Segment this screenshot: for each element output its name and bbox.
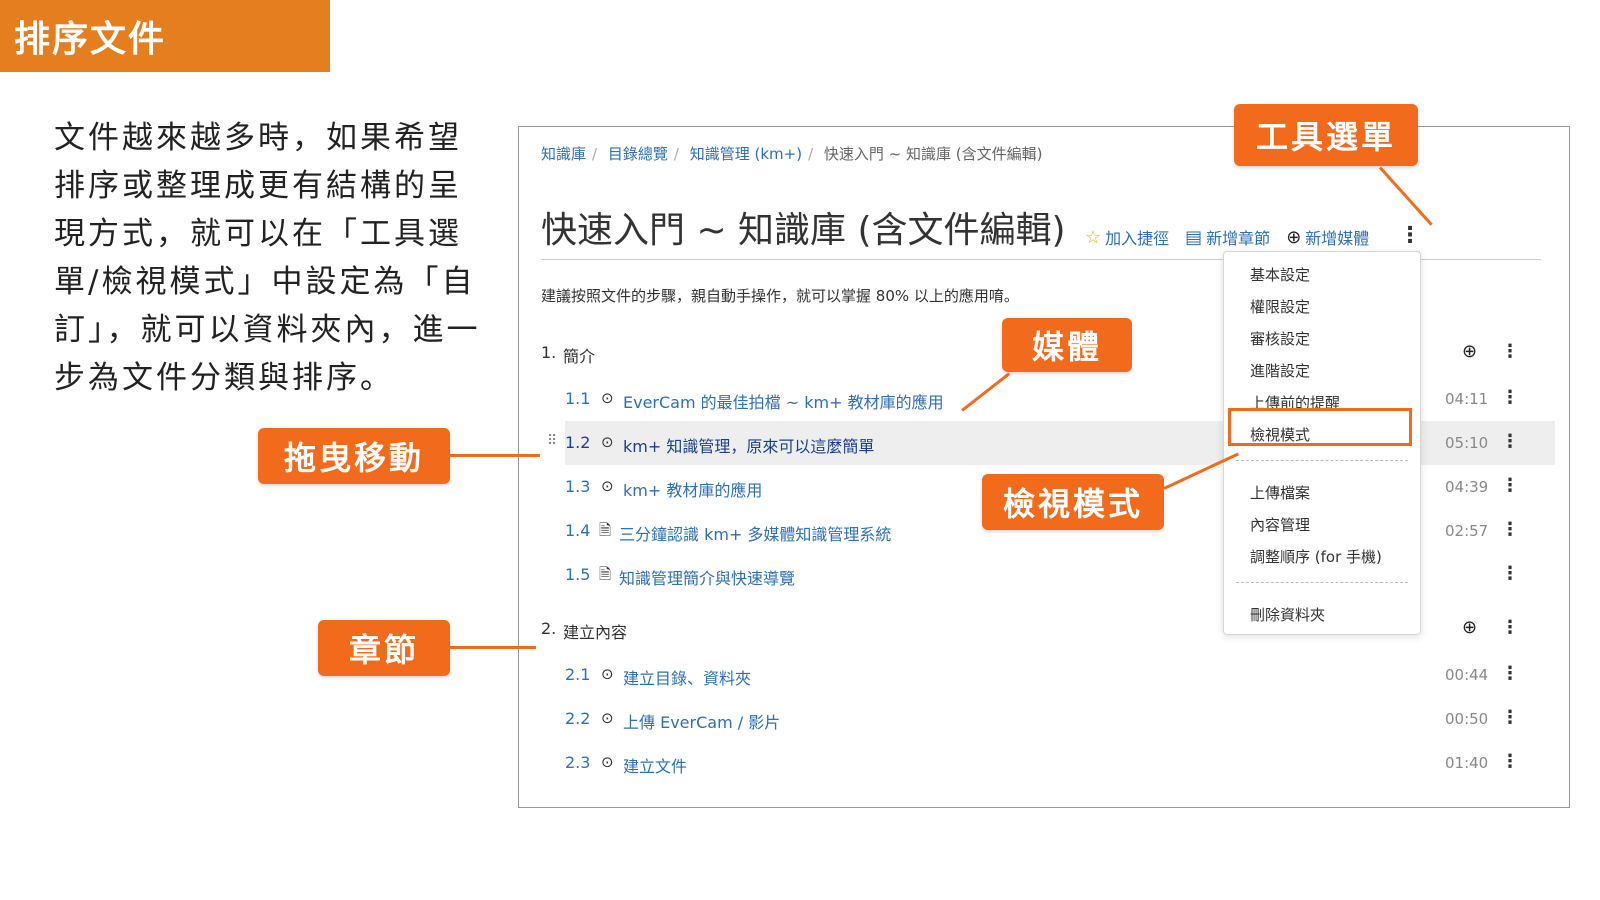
play-icon: ⊙ — [601, 709, 614, 727]
item-menu-icon[interactable]: ⋮ — [1501, 751, 1519, 772]
item-number: 1.4 — [565, 521, 591, 540]
callout-line — [450, 646, 536, 649]
chapter-number: 2. — [541, 619, 557, 638]
add-media-button[interactable]: ⊕ 新增媒體 — [1286, 225, 1369, 249]
list-item[interactable]: 2.1 ⊙ 建立目錄、資料夾 00:44 ⋮ — [519, 653, 1571, 697]
item-menu-icon[interactable]: ⋮ — [1501, 663, 1519, 684]
item-title[interactable]: 建立文件 — [623, 753, 687, 777]
item-duration: 04:11 — [1445, 390, 1489, 408]
slide-title: 排序文件 — [0, 0, 330, 72]
item-title[interactable]: 三分鐘認識 km+ 多媒體知識管理系統 — [619, 521, 891, 545]
add-chapter-button[interactable]: ▤ 新增章節 — [1185, 225, 1270, 249]
item-menu-icon[interactable]: ⋮ — [1501, 707, 1519, 728]
breadcrumb-knowledge-base[interactable]: 知識庫 — [541, 145, 586, 163]
item-title[interactable]: 建立目錄、資料夾 — [623, 665, 751, 689]
page-title: 快速入門 ~ 知識庫 (含文件編輯) — [541, 210, 1066, 251]
item-duration: 01:40 — [1445, 754, 1489, 772]
intro-text: 文件越來越多時，如果希望排序或整理成更有結構的呈現方式，就可以在「工具選單/檢視… — [54, 120, 481, 396]
add-item-icon[interactable]: ⊕ — [1462, 617, 1477, 638]
item-title[interactable]: EverCam 的最佳拍檔 ~ km+ 教材庫的應用 — [623, 389, 944, 413]
item-number: 1.1 — [565, 389, 591, 408]
menu-item-advanced-settings[interactable]: 進階設定 — [1250, 360, 1310, 381]
page-description: 建議按照文件的步驟，親自動手操作，就可以掌握 80% 以上的應用唷。 — [541, 287, 1019, 305]
add-media-label: 新增媒體 — [1305, 229, 1370, 248]
chapter-number: 1. — [541, 343, 557, 362]
document-icon: 🗎 — [599, 521, 612, 539]
item-number: 1.3 — [565, 477, 591, 496]
callout-drag: 拖曳移動 — [258, 428, 450, 484]
menu-divider — [1236, 582, 1408, 583]
callout-chapter: 章節 — [318, 620, 450, 676]
item-menu-icon[interactable]: ⋮ — [1501, 387, 1519, 408]
menu-item-basic-settings[interactable]: 基本設定 — [1250, 264, 1310, 285]
breadcrumb-directory[interactable]: 目錄總覽 — [608, 145, 668, 163]
add-shortcut-label: 加入捷徑 — [1105, 229, 1170, 248]
item-duration: 05:10 — [1445, 434, 1489, 452]
menu-item-review-settings[interactable]: 審核設定 — [1250, 328, 1310, 349]
document-icon: 🗎 — [599, 565, 612, 583]
add-item-icon[interactable]: ⊕ — [1462, 341, 1477, 362]
menu-item-reorder-mobile[interactable]: 調整順序 (for 手機) — [1250, 546, 1382, 567]
item-menu-icon[interactable]: ⋮ — [1501, 563, 1519, 584]
chapter-title: 建立內容 — [563, 623, 628, 642]
callout-line — [450, 454, 540, 457]
toolbar: ☆ 加入捷徑 ▤ 新增章節 ⊕ 新增媒體 — [1085, 225, 1369, 249]
play-icon: ⊙ — [601, 753, 614, 771]
km-screenshot: 知識庫 / 目錄總覽 / 知識管理 (km+) / 快速入門 ~ 知識庫 (含文件編輯… — [518, 126, 1570, 808]
play-icon: ⊙ — [601, 477, 614, 495]
item-title[interactable]: 知識管理簡介與快速導覽 — [619, 565, 795, 589]
item-number: 1.5 — [565, 565, 591, 584]
tools-dropdown-menu: 基本設定 權限設定 審核設定 進階設定 上傳前的提醒 檢視模式 上傳檔案 內容管… — [1223, 251, 1421, 635]
item-duration: 02:57 — [1445, 522, 1489, 540]
callout-view-mode: 檢視模式 — [982, 474, 1164, 530]
tools-menu-button[interactable]: ⋮ — [1399, 223, 1421, 248]
item-menu-icon[interactable]: ⋮ — [1501, 519, 1519, 540]
callout-tools-menu: 工具選單 — [1234, 104, 1418, 166]
item-title[interactable]: 上傳 EverCam / 影片 — [623, 709, 780, 733]
menu-item-delete-folder[interactable]: 刪除資料夾 — [1250, 604, 1325, 625]
menu-item-content-management[interactable]: 內容管理 — [1250, 514, 1310, 535]
item-menu-icon[interactable]: ⋮ — [1501, 475, 1519, 496]
play-icon: ⊙ — [601, 665, 614, 683]
breadcrumb-current: 快速入門 ~ 知識庫 (含文件編輯) — [823, 145, 1043, 163]
play-icon: ⊙ — [601, 433, 614, 451]
item-number: 2.2 — [565, 709, 591, 728]
chapter-icon: ▤ — [1185, 226, 1203, 248]
item-number: 1.2 — [565, 433, 591, 452]
menu-item-upload-file[interactable]: 上傳檔案 — [1250, 482, 1310, 503]
menu-divider — [1236, 460, 1408, 461]
plus-circle-icon: ⊕ — [1286, 226, 1302, 248]
add-shortcut-button[interactable]: ☆ 加入捷徑 — [1085, 225, 1169, 249]
item-number: 2.3 — [565, 753, 591, 772]
item-number: 2.1 — [565, 665, 591, 684]
play-icon: ⊙ — [601, 389, 614, 407]
item-title[interactable]: km+ 知識管理，原來可以這麼簡單 — [623, 433, 874, 457]
item-duration: 00:44 — [1445, 666, 1489, 684]
chapter-menu-icon[interactable]: ⋮ — [1501, 341, 1519, 362]
item-menu-icon[interactable]: ⋮ — [1501, 431, 1519, 452]
item-duration: 00:50 — [1445, 710, 1489, 728]
item-title[interactable]: km+ 教材庫的應用 — [623, 477, 762, 501]
chapter-title: 簡介 — [563, 347, 596, 366]
list-item[interactable]: 2.3 ⊙ 建立文件 01:40 ⋮ — [519, 741, 1571, 785]
star-icon: ☆ — [1085, 226, 1102, 248]
breadcrumb-km[interactable]: 知識管理 (km+) — [690, 145, 802, 163]
add-chapter-label: 新增章節 — [1206, 229, 1271, 248]
menu-item-view-mode[interactable]: 檢視模式 — [1250, 424, 1310, 445]
drag-handle-icon[interactable]: ⠿ — [547, 433, 557, 449]
menu-item-permission-settings[interactable]: 權限設定 — [1250, 296, 1310, 317]
chapter-menu-icon[interactable]: ⋮ — [1501, 617, 1519, 638]
item-duration: 04:39 — [1445, 478, 1489, 496]
list-item[interactable]: 2.2 ⊙ 上傳 EverCam / 影片 00:50 ⋮ — [519, 697, 1571, 741]
callout-media: 媒體 — [1002, 318, 1132, 372]
breadcrumb: 知識庫 / 目錄總覽 / 知識管理 (km+) / 快速入門 ~ 知識庫 (含文件編輯… — [541, 145, 1043, 163]
